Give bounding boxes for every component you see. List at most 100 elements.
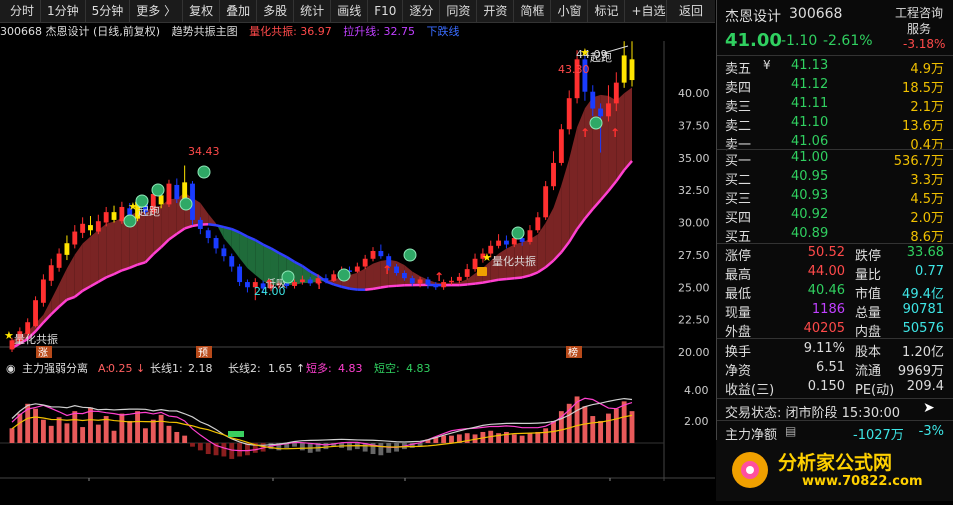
- sub-hist-bar: [378, 443, 383, 455]
- sub-hist-bar: [512, 434, 517, 443]
- candle-body: [308, 279, 313, 283]
- sub-hist-bar: [198, 443, 203, 450]
- buy-signal-icon: [124, 215, 136, 227]
- sub-hist-bar: [135, 411, 140, 443]
- trend-band-segment: [585, 97, 593, 218]
- toolbar-item-13[interactable]: 简框: [514, 0, 551, 22]
- kline-chart[interactable]: 34.4343.3044.0924.00量化共振量化共振起跑起跑低吸★★★★↑↑…: [0, 41, 715, 481]
- candle-body: [174, 185, 179, 199]
- toolbar-item-11[interactable]: 同资: [440, 0, 477, 22]
- ask-price[interactable]: 41.10: [791, 115, 828, 130]
- bid-volume: 2.0万: [910, 207, 944, 226]
- support-line-segment: [216, 225, 224, 227]
- sub-hist-bar: [606, 414, 611, 443]
- sub-tick: 2.00: [684, 415, 709, 428]
- candle-body: [119, 207, 124, 221]
- candle-body: [614, 83, 619, 104]
- sub-dk-value: 4.83: [406, 362, 431, 375]
- toolbar-item-9[interactable]: F10: [368, 0, 403, 22]
- star-icon: ★: [482, 251, 492, 264]
- star-icon: ★: [580, 46, 590, 59]
- panel-separator: [717, 243, 953, 244]
- sub-hist-bar: [229, 443, 234, 459]
- bid-price[interactable]: 41.00: [791, 150, 828, 165]
- candle-body: [182, 182, 187, 199]
- cross-marker: [236, 431, 244, 437]
- toolbar: 分时1分钟5分钟更多 〉复权叠加多股统计画线F10逐分同资开资简框小窗标记+自选: [0, 0, 715, 23]
- price-tick: 25.00: [678, 281, 710, 294]
- sub-hist-bar: [159, 415, 164, 443]
- toolbar-item-15[interactable]: 标记: [588, 0, 625, 22]
- toolbar-item-12[interactable]: 开资: [477, 0, 514, 22]
- panel-separator: [717, 55, 953, 56]
- stat-value: 1186: [787, 302, 845, 317]
- bid-price[interactable]: 40.93: [791, 188, 828, 203]
- toolbar-item-2[interactable]: 5分钟: [86, 0, 131, 22]
- sub-l2-label: 长线2:: [228, 361, 261, 375]
- toolbar-item-8[interactable]: 画线: [331, 0, 368, 22]
- candle-body: [159, 195, 164, 204]
- up-arrow-icon: ↑: [580, 126, 590, 140]
- tag-bang: 榜: [568, 346, 578, 359]
- ask-price[interactable]: 41.11: [791, 96, 828, 111]
- candle-body: [49, 265, 54, 281]
- price-tick: 32.50: [678, 184, 710, 197]
- trend-band-segment: [232, 229, 240, 258]
- buy-signal-icon: [180, 198, 192, 210]
- ask-price[interactable]: 41.06: [791, 134, 828, 149]
- candle-body: [543, 186, 548, 217]
- support-line-segment: [349, 289, 357, 290]
- toolbar-item-7[interactable]: 统计: [294, 0, 331, 22]
- trend-band-segment: [98, 224, 106, 282]
- lh-value: 36.97: [300, 25, 332, 38]
- signal-label-mid: 量化共振: [492, 254, 536, 268]
- sub-hist-bar: [190, 443, 195, 447]
- ask-price[interactable]: 41.13: [791, 58, 828, 73]
- panel-separator: [717, 338, 953, 339]
- bid-price[interactable]: 40.92: [791, 207, 828, 222]
- stock-code: 300668: [789, 6, 842, 22]
- sub-hist-bar: [543, 428, 548, 443]
- trend-band-segment: [138, 212, 146, 265]
- cross-marker: [228, 431, 236, 437]
- toolbar-item-4[interactable]: 复权: [183, 0, 220, 22]
- stat-value: 40.46: [787, 283, 845, 298]
- bid-label: 买三: [725, 188, 751, 207]
- signal-label-qipao-2: 起跑: [590, 50, 612, 64]
- bid-price[interactable]: 40.95: [791, 169, 828, 184]
- candle-body: [57, 254, 62, 268]
- price-tick: 27.50: [678, 249, 710, 262]
- detail-icon[interactable]: ▤: [785, 424, 796, 438]
- candle-body: [371, 251, 376, 259]
- fin-value: 9969万: [898, 360, 944, 379]
- bid-price[interactable]: 40.89: [791, 226, 828, 241]
- toolbar-item-10[interactable]: 逐分: [403, 0, 440, 22]
- candle-body: [323, 278, 328, 281]
- price-tick: 40.00: [678, 87, 710, 100]
- indicator-name[interactable]: 趋势共振主图: [172, 25, 238, 38]
- return-button[interactable]: 返回: [666, 0, 715, 22]
- toolbar-item-5[interactable]: 叠加: [220, 0, 257, 22]
- sub-l1-value: 2.18: [188, 362, 213, 375]
- support-line-segment: [459, 284, 467, 285]
- sub-settings-icon: ◉: [6, 362, 16, 375]
- ask-price[interactable]: 41.12: [791, 77, 828, 92]
- toolbar-item-0[interactable]: 分时: [0, 0, 41, 22]
- sub-hist-bar: [206, 443, 211, 454]
- price-tick: 30.00: [678, 217, 710, 230]
- toolbar-item-14[interactable]: 小窗: [551, 0, 588, 22]
- sector-tag-2[interactable]: 服务: [907, 20, 931, 37]
- toolbar-item-3[interactable]: 更多 〉: [130, 0, 183, 22]
- toolbar-item-1[interactable]: 1分钟: [41, 0, 86, 22]
- trend-band-segment: [114, 218, 122, 274]
- candle-body: [229, 256, 234, 266]
- sector-tag-1[interactable]: 工程咨询: [895, 4, 943, 21]
- candle-body: [410, 278, 415, 283]
- fin-label: 股本: [855, 341, 881, 360]
- candle-body: [80, 224, 85, 233]
- candle-body: [559, 129, 564, 163]
- high-label-1: 34.43: [188, 145, 220, 158]
- sub-dk-label: 短空:: [374, 361, 400, 375]
- quote-panel: 杰恩设计300668工程咨询服务-3.18%41.00-1.10-2.61%卖五…: [716, 0, 953, 501]
- toolbar-item-6[interactable]: 多股: [257, 0, 294, 22]
